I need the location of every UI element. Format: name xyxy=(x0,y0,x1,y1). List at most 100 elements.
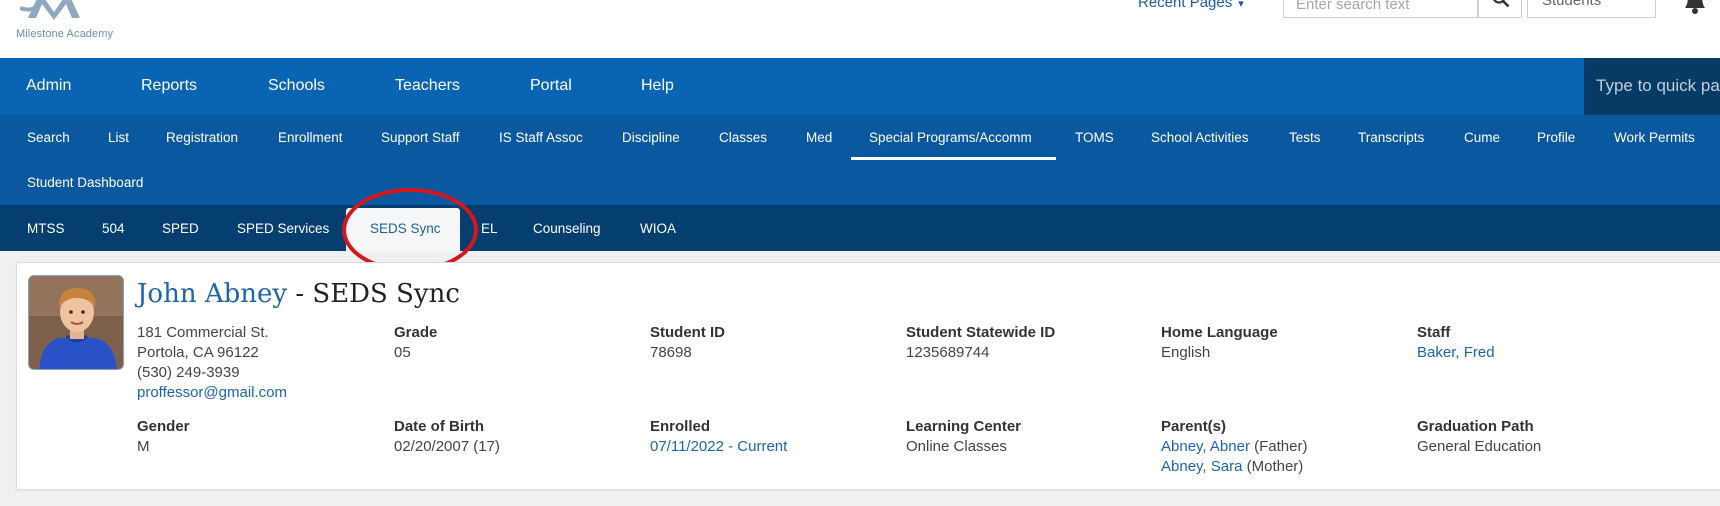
search-icon xyxy=(1493,0,1510,8)
gender-field: Gender M xyxy=(137,417,190,457)
page-title: John Abney - SEDS Sync xyxy=(137,279,460,309)
student-contact: 181 Commercial St. Portola, CA 96122 (53… xyxy=(137,323,287,403)
tab-el[interactable]: EL xyxy=(481,221,498,236)
parents-label: Parent(s) xyxy=(1161,418,1227,435)
highlight-annotation xyxy=(342,188,478,272)
top-header: Milestone Academy Recent Pages ▾ Students… xyxy=(0,0,1720,58)
active-tab-indicator xyxy=(851,157,1056,160)
address-line-1: 181 Commercial St. xyxy=(137,324,269,341)
parent-relation: (Mother) xyxy=(1246,458,1304,475)
tab-sped[interactable]: SPED xyxy=(162,221,199,236)
gender-value: M xyxy=(137,438,150,455)
subnav-school-activities[interactable]: School Activities xyxy=(1151,130,1249,145)
dob-value: 02/20/2007 (17) xyxy=(394,438,500,455)
search-input[interactable] xyxy=(1283,0,1478,18)
enrolled-label: Enrolled xyxy=(650,418,711,435)
subnav-tests[interactable]: Tests xyxy=(1289,130,1321,145)
student-avatar-icon xyxy=(29,276,123,369)
student-id-value: 78698 xyxy=(650,344,692,361)
home-language-label: Home Language xyxy=(1161,324,1278,341)
sub-nav: Search List Registration Enrollment Supp… xyxy=(0,115,1720,205)
subnav-support-staff[interactable]: Support Staff xyxy=(381,130,460,145)
nav-schools[interactable]: Schools xyxy=(268,77,325,95)
chevron-down-icon: ▾ xyxy=(1639,0,1645,3)
statewide-id-label: Student Statewide ID xyxy=(906,324,1056,341)
parent-link-mother[interactable]: Abney, Sara xyxy=(1161,458,1242,475)
learning-center-field: Learning Center Online Classes xyxy=(906,417,1021,457)
enrolled-link[interactable]: 07/11/2022 - Current xyxy=(650,438,787,455)
parent-link-father[interactable]: Abney, Abner xyxy=(1161,438,1250,455)
student-id-label: Student ID xyxy=(650,324,725,341)
main-nav: Admin Reports Schools Teachers Portal He… xyxy=(0,58,1720,115)
subnav-work-permits[interactable]: Work Permits xyxy=(1614,130,1695,145)
learning-center-label: Learning Center xyxy=(906,418,1022,435)
grade-field: Grade 05 xyxy=(394,323,437,363)
parent-row: Abney, Abner (Father) xyxy=(1161,437,1307,457)
enrolled-field: Enrolled 07/11/2022 - Current xyxy=(650,417,787,457)
grade-label: Grade xyxy=(394,324,438,341)
student-photo xyxy=(28,275,124,370)
dob-label: Date of Birth xyxy=(394,418,484,435)
tab-sped-services[interactable]: SPED Services xyxy=(237,221,329,236)
home-language-field: Home Language English xyxy=(1161,323,1278,363)
graduation-path-value: General Education xyxy=(1417,438,1542,455)
tab-wioa[interactable]: WIOA xyxy=(640,221,676,236)
subnav-is-staff-assoc[interactable]: IS Staff Assoc xyxy=(499,130,583,145)
subnav-search[interactable]: Search xyxy=(27,130,70,145)
nav-help[interactable]: Help xyxy=(641,77,674,95)
nav-portal[interactable]: Portal xyxy=(530,77,572,95)
logo-mark-icon xyxy=(20,0,80,20)
subnav-registration[interactable]: Registration xyxy=(166,130,238,145)
gender-label: Gender xyxy=(137,418,190,435)
search-scope-select[interactable]: Students ▾ xyxy=(1527,0,1656,18)
student-name-link[interactable]: John Abney xyxy=(137,279,287,309)
tab-504[interactable]: 504 xyxy=(102,221,125,236)
parents-field: Parent(s) Abney, Abner (Father) Abney, S… xyxy=(1161,417,1307,477)
nav-reports[interactable]: Reports xyxy=(141,77,197,95)
nav-admin[interactable]: Admin xyxy=(26,77,71,95)
logo-text: Milestone Academy xyxy=(16,28,114,40)
subnav-enrollment[interactable]: Enrollment xyxy=(278,130,343,145)
tab-counseling[interactable]: Counseling xyxy=(533,221,601,236)
search-scope-value: Students xyxy=(1542,0,1602,9)
parent-relation: (Father) xyxy=(1254,438,1308,455)
recent-pages-dropdown[interactable]: Recent Pages ▾ xyxy=(1138,0,1244,11)
search-button[interactable] xyxy=(1478,0,1522,18)
statewide-id-field: Student Statewide ID 1235689744 xyxy=(906,323,1055,363)
subnav-med[interactable]: Med xyxy=(806,130,832,145)
home-language-value: English xyxy=(1161,344,1211,361)
graduation-path-label: Graduation Path xyxy=(1417,418,1534,435)
staff-label: Staff xyxy=(1417,324,1451,341)
subnav-cume[interactable]: Cume xyxy=(1464,130,1500,145)
subnav-toms[interactable]: TOMS xyxy=(1075,130,1114,145)
bell-icon xyxy=(1685,0,1705,14)
phone-number: (530) 249-3939 xyxy=(137,364,240,381)
graduation-path-field: Graduation Path General Education xyxy=(1417,417,1541,457)
student-id-field: Student ID 78698 xyxy=(650,323,725,363)
dob-field: Date of Birth 02/20/2007 (17) xyxy=(394,417,500,457)
subnav-profile[interactable]: Profile xyxy=(1537,130,1575,145)
subnav-classes[interactable]: Classes xyxy=(719,130,767,145)
subnav-transcripts[interactable]: Transcripts xyxy=(1358,130,1424,145)
parent-row: Abney, Sara (Mother) xyxy=(1161,457,1307,477)
tab-mtss[interactable]: MTSS xyxy=(27,221,65,236)
grade-value: 05 xyxy=(394,344,411,361)
chevron-down-icon: ▾ xyxy=(1238,0,1244,10)
subnav-discipline[interactable]: Discipline xyxy=(622,130,680,145)
quick-page-search[interactable]: Type to quick pa xyxy=(1584,58,1720,115)
page-title-suffix: - SEDS Sync xyxy=(287,279,460,309)
address-line-2: Portola, CA 96122 xyxy=(137,344,259,361)
subnav-special-programs[interactable]: Special Programs/Accomm xyxy=(869,130,1032,145)
subnav-student-dashboard[interactable]: Student Dashboard xyxy=(27,175,143,190)
statewide-id-value: 1235689744 xyxy=(906,344,990,361)
staff-link[interactable]: Baker, Fred xyxy=(1417,344,1495,361)
nav-teachers[interactable]: Teachers xyxy=(395,77,460,95)
email-link[interactable]: proffessor@gmail.com xyxy=(137,384,287,401)
staff-field: Staff Baker, Fred xyxy=(1417,323,1495,363)
learning-center-value: Online Classes xyxy=(906,438,1007,455)
school-logo[interactable]: Milestone Academy xyxy=(14,0,124,44)
subnav-list[interactable]: List xyxy=(108,130,129,145)
recent-pages-label: Recent Pages xyxy=(1138,0,1233,11)
program-tabs: MTSS 504 SPED SPED Services SEDS Sync EL… xyxy=(0,205,1720,251)
notifications-button[interactable] xyxy=(1680,0,1710,16)
